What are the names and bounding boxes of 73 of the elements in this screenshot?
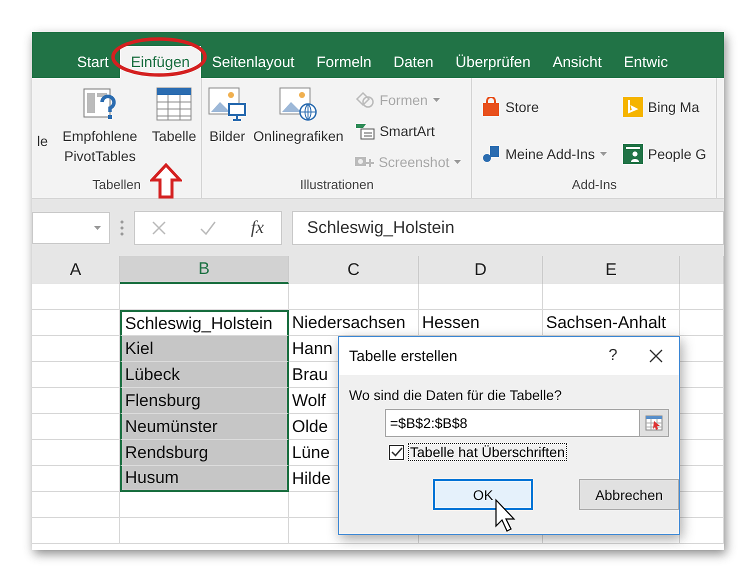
range-field[interactable]: =$B$2:$B$8 bbox=[385, 409, 640, 437]
table-cell[interactable] bbox=[32, 492, 120, 518]
table-cell[interactable] bbox=[120, 518, 289, 544]
ribbon-button[interactable]: le bbox=[36, 84, 49, 177]
table-icon bbox=[155, 86, 194, 122]
table-cell[interactable] bbox=[120, 492, 289, 518]
pivot-table-icon bbox=[82, 86, 118, 122]
smartart-icon bbox=[354, 122, 375, 140]
ribbon-tab[interactable]: Formeln bbox=[305, 46, 382, 78]
ribbon-button[interactable]: Bilder bbox=[206, 84, 248, 148]
column-header[interactable]: B bbox=[120, 256, 289, 284]
ribbon-button[interactable]: Bing Ma bbox=[620, 95, 708, 120]
dialog-title: Tabelle erstellen bbox=[349, 348, 458, 364]
shapes-icon bbox=[354, 90, 375, 109]
ribbon-tab[interactable]: Daten bbox=[382, 46, 445, 78]
ribbon-tab[interactable]: Entwic bbox=[612, 46, 679, 78]
ribbon-button[interactable]: Onlinegrafiken bbox=[252, 84, 345, 148]
insert-function-button[interactable]: fx bbox=[250, 217, 264, 238]
table-cell[interactable]: Rendsburg bbox=[120, 440, 289, 466]
ribbon-button[interactable]: SmartArt bbox=[352, 120, 464, 142]
checkbox[interactable] bbox=[389, 444, 404, 460]
ribbon-button[interactable]: Store bbox=[480, 95, 609, 120]
online-picture-icon bbox=[278, 86, 318, 122]
table-cell[interactable] bbox=[680, 310, 724, 336]
ribbon-tab[interactable]: Überprüfen bbox=[444, 46, 542, 78]
ribbon-tab[interactable]: Start bbox=[66, 46, 120, 78]
camera-icon bbox=[354, 157, 374, 168]
table-cell[interactable]: Lübeck bbox=[120, 362, 289, 388]
cursor-icon bbox=[494, 498, 516, 532]
picture-icon bbox=[207, 86, 248, 122]
caret-icon bbox=[432, 98, 440, 102]
ribbon-button[interactable]: People G bbox=[620, 142, 708, 166]
ribbon-tab[interactable]: Seitenlayout bbox=[200, 46, 306, 78]
table-cell[interactable] bbox=[543, 284, 680, 310]
ribbon-button[interactable]: Meine Add-Ins bbox=[480, 142, 609, 166]
range-picker-icon bbox=[645, 415, 663, 431]
table-cell[interactable] bbox=[680, 284, 724, 310]
group-label: Tabellen bbox=[92, 177, 141, 194]
shopping-bag-icon bbox=[482, 97, 500, 118]
checkbox-label[interactable]: Tabelle hat Überschriften bbox=[408, 443, 567, 461]
table-cell[interactable]: Kiel bbox=[120, 336, 289, 362]
dialog-button[interactable]: Abbrechen bbox=[579, 479, 679, 510]
table-cell[interactable]: Husum bbox=[120, 466, 289, 492]
range-picker-button[interactable] bbox=[640, 409, 669, 437]
close-icon bbox=[649, 349, 663, 363]
table-cell[interactable]: Schleswig_Holstein bbox=[120, 310, 289, 336]
column-header[interactable]: E bbox=[543, 256, 680, 284]
caret-icon bbox=[600, 152, 607, 156]
table-cell[interactable] bbox=[32, 284, 120, 310]
table-cell[interactable]: Flensburg bbox=[120, 388, 289, 414]
column-header[interactable]: D bbox=[419, 256, 543, 284]
table-cell[interactable] bbox=[289, 284, 419, 310]
ribbon-tab[interactable]: Ansicht bbox=[542, 46, 613, 78]
ribbon-button[interactable]: Tabelle bbox=[150, 84, 198, 148]
table-cell[interactable] bbox=[419, 284, 543, 310]
grip-icon bbox=[120, 220, 124, 236]
column-header[interactable]: C bbox=[289, 256, 419, 284]
group-label: Illustrationen bbox=[300, 177, 374, 194]
table-cell[interactable]: Neumünster bbox=[120, 414, 289, 440]
help-button[interactable]: ? bbox=[593, 346, 633, 366]
dialog-button[interactable]: OK bbox=[433, 479, 534, 510]
caret-icon bbox=[94, 226, 101, 230]
check-icon[interactable] bbox=[200, 220, 216, 234]
prompt-text: Wo sind die Daten für die Tabelle? bbox=[349, 387, 563, 403]
ribbon-button[interactable]: Empfohlene PivotTables bbox=[52, 84, 147, 168]
formula-field[interactable]: Schleswig_Holstein bbox=[292, 210, 724, 244]
name-box[interactable] bbox=[32, 212, 110, 244]
people-icon bbox=[622, 144, 643, 164]
cancel-icon[interactable] bbox=[152, 220, 166, 234]
group-label: Add-Ins bbox=[572, 177, 617, 194]
caret-icon bbox=[454, 160, 462, 164]
table-cell[interactable] bbox=[32, 518, 120, 544]
add-ins-icon bbox=[482, 144, 500, 164]
